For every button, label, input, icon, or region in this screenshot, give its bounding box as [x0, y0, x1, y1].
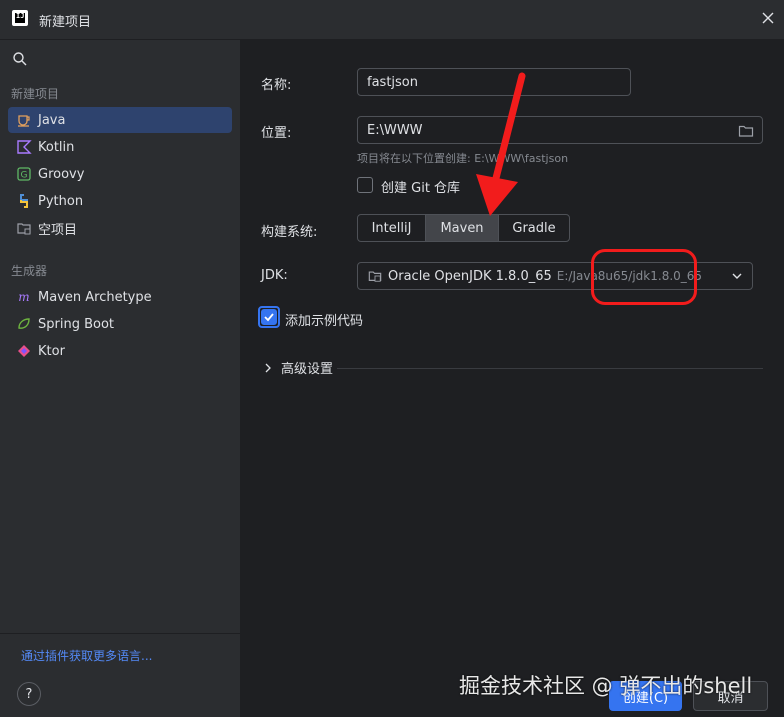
check-icon: [264, 313, 274, 322]
close-button[interactable]: [758, 8, 778, 28]
sidebar-item-ktor[interactable]: Ktor: [8, 338, 232, 364]
jdk-select-value: Oracle OpenJDK 1.8.0_65: [388, 268, 552, 284]
maven-icon: m: [16, 289, 32, 305]
sidebar-item-python[interactable]: Python: [8, 188, 232, 214]
watermark: 掘金技术社区 @ 弹不出的shell: [459, 674, 753, 698]
search-icon[interactable]: [12, 51, 28, 67]
sidebar-item-spring-boot[interactable]: Spring Boot: [8, 311, 232, 337]
sidebar-item-label: Maven Archetype: [38, 289, 152, 305]
git-checkbox[interactable]: [357, 177, 373, 193]
sidebar-item-label: Spring Boot: [38, 316, 115, 332]
build-system-label: 构建系统:: [261, 225, 318, 240]
chevron-down-icon: [732, 273, 742, 279]
folder-icon[interactable]: [738, 123, 754, 139]
sample-code-checkbox[interactable]: [261, 309, 277, 325]
title-bar: 新建项目: [0, 0, 784, 40]
chevron-right-icon: [265, 363, 271, 372]
sidebar-item-kotlin[interactable]: Kotlin: [8, 134, 232, 160]
git-checkbox-label: 创建 Git 仓库: [381, 181, 461, 196]
kotlin-icon: [16, 139, 32, 155]
sidebar-item-java[interactable]: Java: [8, 107, 232, 133]
java-cup-icon: [16, 112, 32, 128]
sidebar-divider: [0, 633, 240, 634]
ktor-icon: [16, 343, 32, 359]
sidebar-item-label: Groovy: [38, 166, 85, 182]
location-label: 位置:: [261, 126, 292, 141]
sidebar-item-label: 空项目: [38, 222, 78, 238]
svg-text:m: m: [18, 290, 29, 304]
svg-text:G: G: [21, 171, 28, 181]
python-icon: [16, 193, 32, 209]
jdk-folder-icon: [368, 271, 382, 282]
annotation-highlight-box: [591, 249, 697, 305]
name-input-value: fastjson: [367, 74, 418, 90]
section-generators: 生成器: [11, 264, 48, 278]
advanced-settings-toggle[interactable]: 高级设置: [263, 358, 333, 377]
sidebar-item-label: Ktor: [38, 343, 65, 359]
section-new-project: 新建项目: [11, 87, 60, 101]
main-panel: 名称: fastjson 位置: E:\WWW 项目将在以下位置创建: E:\W…: [241, 40, 784, 717]
location-input[interactable]: E:\WWW: [357, 116, 763, 144]
close-icon: [762, 12, 774, 24]
sidebar-item-label: Kotlin: [38, 139, 75, 155]
sidebar: 新建项目 Java Kotlin G Groovy Python 空项目 生成器…: [0, 40, 241, 717]
help-button[interactable]: ?: [17, 682, 41, 706]
window-title: 新建项目: [39, 15, 92, 30]
sample-code-label: 添加示例代码: [285, 314, 364, 329]
name-label: 名称:: [261, 78, 292, 93]
sidebar-item-maven-archetype[interactable]: m Maven Archetype: [8, 284, 232, 310]
groovy-icon: G: [16, 166, 32, 182]
build-option-intellij[interactable]: IntelliJ: [358, 215, 426, 241]
sidebar-item-groovy[interactable]: G Groovy: [8, 161, 232, 187]
advanced-settings-label: 高级设置: [281, 362, 334, 377]
location-input-value: E:\WWW: [367, 122, 423, 138]
annotation-arrow-icon: [476, 72, 526, 216]
sidebar-item-empty-project[interactable]: 空项目: [8, 215, 232, 241]
sidebar-item-label: Python: [38, 193, 84, 209]
plugins-link[interactable]: 通过插件获取更多语言...: [21, 647, 152, 664]
jdk-label: JDK:: [261, 268, 288, 283]
empty-project-icon: [16, 220, 32, 236]
intellij-logo-icon: [12, 10, 28, 26]
sidebar-item-label: Java: [38, 112, 66, 128]
advanced-divider: [337, 368, 763, 369]
spring-boot-icon: [16, 316, 32, 332]
